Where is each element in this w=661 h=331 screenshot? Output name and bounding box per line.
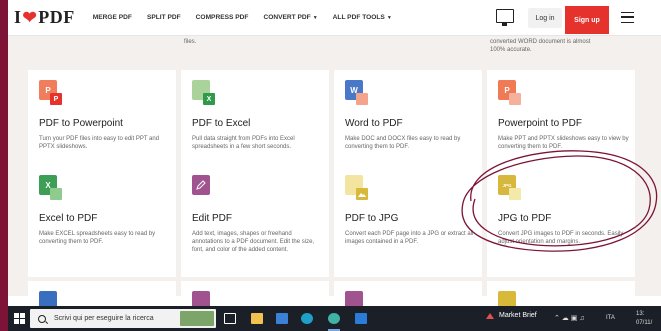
tool-card-pdf-to-jpg[interactable]: PDF to JPG Convert each PDF page into a … xyxy=(334,165,482,277)
taskbar-clock[interactable]: 13: 07/11/ xyxy=(636,310,652,328)
nav-split-pdf[interactable]: SPLIT PDF xyxy=(147,14,181,21)
nav-links: MERGE PDF SPLIT PDF COMPRESS PDF CONVERT… xyxy=(93,14,407,21)
file-explorer-icon[interactable] xyxy=(251,313,263,324)
tool-card-jpg-to-pdf[interactable]: JPG JPG to PDF Convert JPG images to PDF… xyxy=(487,165,635,277)
excel-to-pdf-icon: X xyxy=(39,175,62,200)
powerpoint-to-pdf-icon: P xyxy=(498,80,521,105)
card-description: Make PPT and PPTX slideshows easy to vie… xyxy=(498,136,629,150)
mountain-icon xyxy=(358,193,366,197)
card-title: PDF to JPG xyxy=(345,213,399,224)
icon-badge xyxy=(356,93,368,105)
language-indicator[interactable]: ITA xyxy=(606,315,615,321)
card-description: Make DOC and DOCX files easy to read by … xyxy=(345,136,461,150)
pdf-to-powerpoint-icon: P P xyxy=(39,80,62,105)
task-view-icon[interactable] xyxy=(224,313,236,324)
previous-card-fragment: converted WORD document is almost xyxy=(490,39,591,45)
store-icon[interactable] xyxy=(355,313,367,324)
icon-badge xyxy=(50,188,62,200)
system-tray-icons[interactable]: ⌃ ☁ ▣ ♫ xyxy=(554,314,585,322)
icon-badge xyxy=(509,188,521,200)
card-title: Edit PDF xyxy=(192,213,233,224)
card-description: Pull data straight from PDFs into Excel … xyxy=(192,136,295,150)
nav-compress-pdf[interactable]: COMPRESS PDF xyxy=(196,14,249,21)
icon-badge: P xyxy=(50,93,62,105)
taskbar-search-input[interactable]: Scrivi qui per eseguire la ricerca xyxy=(30,309,216,328)
caret-down-icon: ▼ xyxy=(386,15,392,21)
image-badge-icon xyxy=(356,188,368,200)
windows-start-icon[interactable] xyxy=(14,313,25,324)
logo-letter: I xyxy=(14,7,22,27)
mail-icon[interactable] xyxy=(276,313,288,324)
nav-all-pdf-tools[interactable]: ALL PDF TOOLS ▼ xyxy=(333,14,392,21)
clock-date: 07/11/ xyxy=(636,320,653,326)
nav-convert-pdf[interactable]: CONVERT PDF ▼ xyxy=(263,14,317,21)
nav-all-pdf-tools-label: ALL PDF TOOLS xyxy=(332,14,385,21)
icon-badge: X xyxy=(203,93,215,105)
market-brief-widget[interactable]: Market Brief xyxy=(486,312,537,319)
trend-down-icon xyxy=(486,312,494,319)
card-title: Word to PDF xyxy=(345,118,403,129)
card-description: Convert JPG images to PDF in seconds. Ea… xyxy=(498,231,624,245)
card-title: JPG to PDF xyxy=(498,213,552,224)
nav-merge-pdf[interactable]: MERGE PDF xyxy=(93,14,132,21)
card-title: Powerpoint to PDF xyxy=(498,118,582,129)
browser-viewport: I ❤ PDF MERGE PDF SPLIT PDF COMPRESS PDF… xyxy=(8,0,661,331)
edit-pdf-icon xyxy=(192,175,210,195)
nav-convert-pdf-label: CONVERT PDF xyxy=(263,14,311,21)
tools-grid: files. converted WORD document is almost… xyxy=(8,36,661,311)
card-title: Excel to PDF xyxy=(39,213,98,224)
icon-letter: JPG xyxy=(502,182,512,188)
card-title: PDF to Powerpoint xyxy=(39,118,123,129)
previous-card-fragment: files. xyxy=(184,39,197,45)
active-browser-icon[interactable] xyxy=(328,313,340,324)
heart-icon: ❤ xyxy=(22,7,38,27)
card-description: Turn your PDF files into easy to edit PP… xyxy=(39,136,160,150)
windows-taskbar: Scrivi qui per eseguire la ricerca Marke… xyxy=(8,306,661,331)
word-to-pdf-icon: W xyxy=(345,80,368,105)
search-placeholder: Scrivi qui per eseguire la ricerca xyxy=(54,315,154,322)
edge-browser-icon[interactable] xyxy=(301,313,313,324)
icon-badge xyxy=(509,93,521,105)
card-description: Convert each PDF page into a JPG or extr… xyxy=(345,231,474,245)
card-title: PDF to Excel xyxy=(192,118,251,129)
hamburger-menu-icon[interactable] xyxy=(621,12,634,23)
pen-icon xyxy=(196,180,206,190)
ilovepdf-logo[interactable]: I ❤ PDF xyxy=(14,7,75,28)
caret-down-icon: ▼ xyxy=(312,15,318,21)
tool-card-excel-to-pdf[interactable]: X Excel to PDF Make EXCEL spreadsheets e… xyxy=(28,165,176,277)
pdf-to-jpg-icon xyxy=(345,175,368,200)
login-button[interactable]: Log in xyxy=(528,8,562,28)
search-icon xyxy=(38,314,46,323)
search-highlight-thumbnail xyxy=(180,311,214,326)
signup-button[interactable]: Sign up xyxy=(565,6,609,34)
previous-card-fragment: 100% accurate. xyxy=(490,47,532,53)
card-description: Make EXCEL spreadsheets easy to read by … xyxy=(39,231,156,245)
card-description: Add text, images, shapes or freehand ann… xyxy=(192,231,315,253)
tool-card-edit-pdf[interactable]: Edit PDF Add text, images, shapes or fre… xyxy=(181,165,329,277)
pdf-to-excel-icon: X xyxy=(192,80,215,105)
clock-time: 13: xyxy=(636,311,645,317)
market-brief-label: Market Brief xyxy=(499,312,537,319)
jpg-to-pdf-icon: JPG xyxy=(498,175,521,200)
logo-word: PDF xyxy=(38,7,75,27)
desktop-download-icon[interactable] xyxy=(496,9,514,26)
top-navigation: I ❤ PDF MERGE PDF SPLIT PDF COMPRESS PDF… xyxy=(8,0,661,36)
